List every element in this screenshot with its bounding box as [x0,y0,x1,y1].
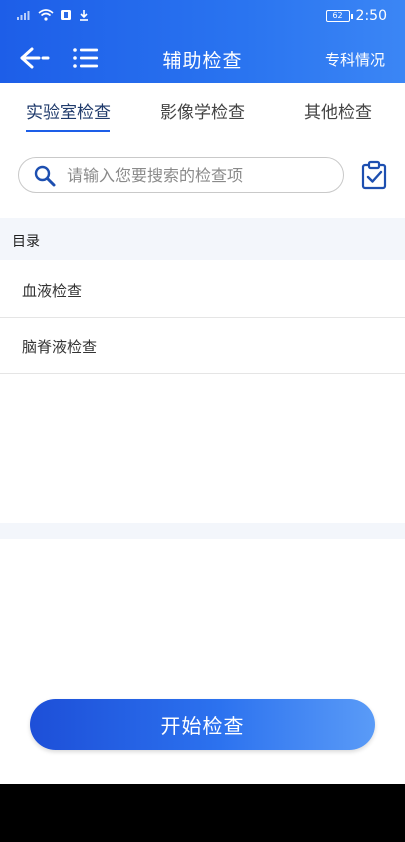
checklist-button[interactable] [360,160,388,190]
header: 62 2:50 辅助检查 专科情况 [0,0,405,83]
menu-button[interactable] [72,44,100,72]
status-bar: 62 2:50 [0,0,405,32]
arrow-left-icon [20,47,50,69]
search-row [0,150,405,202]
list-item-csf-test[interactable]: 脑脊液检查 [0,318,405,374]
battery-level: 62 [332,11,343,20]
app-screen: 62 2:50 辅助检查 专科情况 实验室检查 影像学检查 其他检查 请输入您要… [0,0,405,784]
status-bar-right: 62 2:50 [325,8,387,24]
clipboard-check-icon [361,160,387,190]
search-icon [34,165,56,187]
list-item-blood-test[interactable]: 血液检查 [0,262,405,318]
search-box [18,157,344,193]
catalog-title: 目录 [12,234,40,250]
back-button[interactable] [18,44,52,72]
catalog-header: 目录 [0,218,405,260]
search-input[interactable] [67,158,335,192]
start-exam-button[interactable]: 开始检查 [30,699,375,750]
signal-icon [17,11,30,20]
tab-other[interactable]: 其他检查 [304,98,372,123]
status-bar-left [16,9,90,21]
notification-icon [61,10,71,20]
tab-imaging[interactable]: 影像学检查 [160,98,245,123]
section-divider [0,523,405,539]
menu-list-icon [73,48,98,68]
status-time: 2:50 [355,8,387,24]
active-tab-indicator [26,130,110,132]
list-item-label: 血液检查 [22,282,83,300]
catalog-list: 血液检查 脑脊液检查 [0,262,405,374]
battery-icon: 62 [325,10,353,22]
specialty-status-link[interactable]: 专科情况 [325,49,385,70]
wifi-icon [38,9,54,21]
navbar: 辅助检查 专科情况 [0,36,405,80]
list-item-label: 脑脊液检查 [22,338,98,356]
tab-bar: 实验室检查 影像学检查 其他检查 [0,83,405,135]
tab-laboratory[interactable]: 实验室检查 [26,98,111,123]
download-icon [80,10,88,21]
